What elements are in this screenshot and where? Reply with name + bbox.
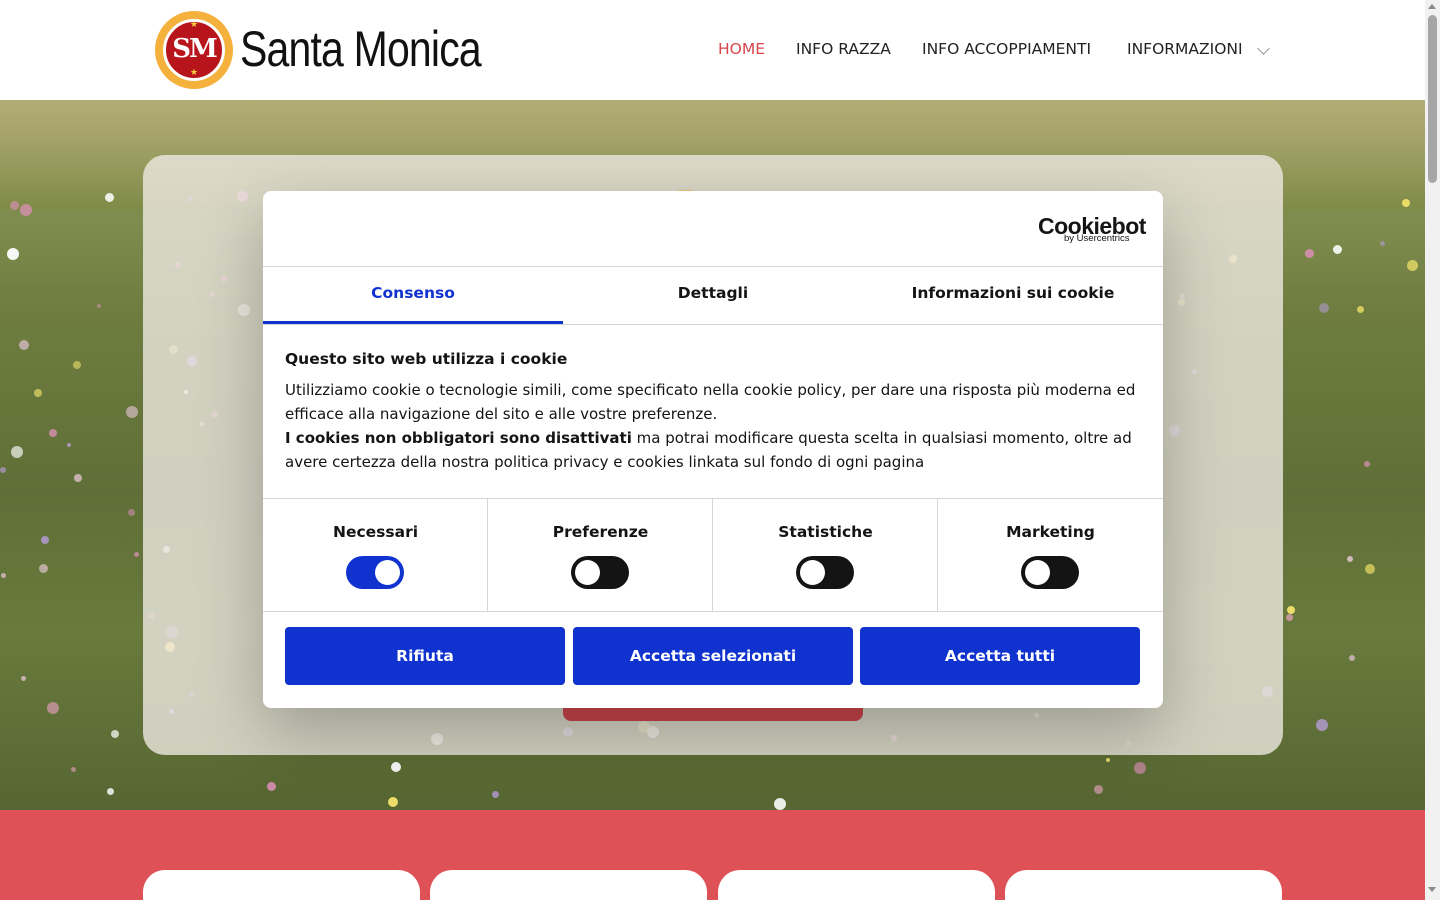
marketing-toggle[interactable] (1021, 556, 1079, 589)
meadow-flower (492, 791, 499, 798)
page-scrollbar[interactable] (1425, 0, 1440, 900)
features-section (0, 810, 1425, 900)
nav-home[interactable]: HOME (718, 40, 765, 58)
tab-dettagli[interactable]: Dettagli (563, 267, 863, 324)
meadow-flower (11, 446, 23, 458)
body-text: Utilizziamo cookie o tecnologie simili, … (285, 381, 1136, 423)
star-icon: ★ (190, 20, 199, 30)
body-bold-text: I cookies non obbligatori sono disattiva… (285, 429, 632, 447)
accept-all-button[interactable]: Accetta tutti (860, 627, 1140, 685)
meadow-flower (1094, 785, 1103, 794)
meadow-flower (74, 474, 82, 482)
meadow-flower (1349, 655, 1355, 661)
meadow-flower (20, 204, 32, 216)
toggle-knob (1025, 560, 1050, 585)
meadow-flower (134, 552, 139, 557)
meadow-flower (1316, 719, 1328, 731)
divider (263, 324, 1163, 325)
star-icon: ★ (190, 68, 199, 78)
meadow-flower (19, 340, 29, 350)
feature-card[interactable] (143, 870, 420, 900)
meadow-flower (105, 193, 114, 202)
meadow-flower (391, 762, 401, 772)
meadow-flower (1286, 614, 1293, 621)
meadow-flower (1365, 564, 1375, 574)
tab-consenso[interactable]: Consenso (263, 267, 563, 324)
cookie-consent-dialog: Cookiebot by Usercentrics Consenso Detta… (263, 191, 1163, 708)
meadow-flower (1364, 461, 1370, 467)
nav-informazioni[interactable]: INFORMAZIONI (1127, 40, 1243, 58)
meadow-flower (107, 788, 114, 795)
divider (263, 611, 1163, 612)
meadow-flower (1407, 260, 1418, 271)
toggle-label: Marketing (1006, 523, 1095, 541)
meadow-flower (1380, 241, 1385, 246)
statistiche-toggle[interactable] (796, 556, 854, 589)
preferenze-toggle[interactable] (571, 556, 629, 589)
scroll-thumb[interactable] (1428, 15, 1437, 183)
meadow-flower (73, 361, 81, 369)
site-header: SM ★ ★ Santa Monica HOME INFO RAZZA INFO… (0, 0, 1425, 100)
meadow-flower (41, 536, 49, 544)
meadow-flower (267, 782, 276, 791)
logo-monogram: SM (172, 34, 218, 64)
toggle-knob (375, 560, 400, 585)
feature-card[interactable] (1005, 870, 1282, 900)
meadow-flower (1305, 249, 1314, 258)
toggle-label: Preferenze (552, 523, 649, 541)
feature-card[interactable] (718, 870, 995, 900)
meadow-flower (0, 467, 6, 473)
necessari-toggle[interactable] (346, 556, 404, 589)
meadow-flower (1402, 199, 1410, 207)
consent-necessari: Necessari (263, 499, 488, 611)
meadow-flower (1319, 303, 1329, 313)
consent-marketing: Marketing (938, 499, 1163, 611)
tab-informazioni-cookie[interactable]: Informazioni sui cookie (863, 267, 1163, 324)
meadow-flower (1134, 762, 1146, 774)
meadow-flower (21, 676, 26, 681)
meadow-flower (34, 389, 42, 397)
chevron-down-icon[interactable] (1257, 42, 1270, 55)
dialog-title: Questo sito web utilizza i cookie (285, 350, 568, 368)
meadow-flower (1106, 758, 1110, 762)
scroll-up-arrow-icon[interactable] (1428, 4, 1436, 9)
meadow-flower (1357, 306, 1364, 313)
meadow-flower (1333, 245, 1342, 254)
toggle-knob (575, 560, 600, 585)
cookiebot-logo-subtitle: by Usercentrics (1064, 233, 1130, 244)
meadow-flower (10, 201, 19, 210)
feature-card[interactable] (430, 870, 707, 900)
meadow-flower (47, 702, 59, 714)
site-name[interactable]: Santa Monica (240, 20, 482, 78)
meadow-flower (71, 767, 76, 772)
meadow-flower (97, 304, 101, 308)
logo-emblem: SM ★ ★ (163, 19, 225, 81)
meadow-flower (128, 509, 135, 516)
meadow-flower (774, 798, 786, 810)
meadow-flower (1347, 556, 1353, 562)
toggle-label: Necessari (332, 523, 419, 541)
toggle-knob (800, 560, 825, 585)
consent-preferenze: Preferenze (488, 499, 713, 611)
reject-button[interactable]: Rifiuta (285, 627, 565, 685)
meadow-flower (111, 730, 119, 738)
dialog-body: Utilizziamo cookie o tecnologie simili, … (285, 378, 1145, 474)
toggle-label: Statistiche (778, 523, 873, 541)
meadow-flower (39, 564, 48, 573)
meadow-flower (7, 248, 19, 260)
meadow-flower (67, 443, 71, 447)
meadow-flower (1, 573, 6, 578)
consent-statistiche: Statistiche (713, 499, 938, 611)
scroll-down-arrow-icon[interactable] (1428, 887, 1436, 892)
nav-info-accoppiamenti[interactable]: INFO ACCOPPIAMENTI (922, 40, 1091, 58)
site-logo[interactable]: SM ★ ★ (155, 11, 233, 89)
meadow-flower (126, 406, 138, 418)
accept-selected-button[interactable]: Accetta selezionati (573, 627, 853, 685)
meadow-flower (388, 797, 398, 807)
meadow-flower (1287, 606, 1295, 614)
nav-info-razza[interactable]: INFO RAZZA (796, 40, 891, 58)
meadow-flower (49, 429, 57, 437)
